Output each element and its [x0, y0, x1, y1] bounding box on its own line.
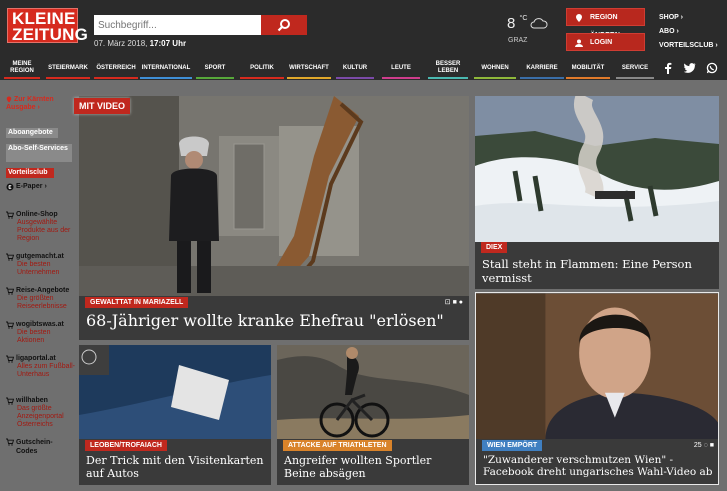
- article-wien-headline[interactable]: "Zuwanderer verschmutzen Wien" - Faceboo…: [483, 454, 718, 478]
- vorteilsclub-link[interactable]: VORTEILSCLUB ›: [659, 39, 718, 53]
- nav-sport[interactable]: SPORT: [196, 56, 234, 80]
- nav-wohnen[interactable]: WOHNEN: [474, 56, 516, 80]
- main-nav: MEINE REGION STEIERMARK ÖSTERREICH INTER…: [0, 56, 727, 80]
- vorteilsclub-link[interactable]: Vorteilsclub: [6, 168, 54, 178]
- logo-line2: ZEITUNG: [12, 25, 89, 44]
- cart-icon: [6, 287, 14, 295]
- abo-link[interactable]: ABO ›: [659, 25, 718, 39]
- search-button[interactable]: [261, 15, 307, 35]
- video-icon: ●: [458, 299, 463, 306]
- user-icon: [575, 39, 583, 47]
- article-stall-headline[interactable]: Stall steht in Flammen: Eine Person verm…: [482, 257, 719, 285]
- region-edition-link[interactable]: Zur Kärnten Ausgabe ›: [6, 96, 78, 112]
- main-article-headline[interactable]: 68-Jähriger wollte kranke Ehefrau "erlös…: [86, 311, 444, 330]
- article-triathlon-headline[interactable]: Angreifer wollten Sportler Beine absägen: [284, 454, 466, 480]
- temp-unit: °C: [519, 15, 528, 22]
- sidebar-item-ligaportal[interactable]: ligaportal.at Alles zum Fußball-Unterhau…: [6, 354, 76, 379]
- sidebar-item-desc: Das größte Anzeigenportal Österreichs: [17, 405, 64, 428]
- gallery-icon: ⊡: [444, 299, 451, 306]
- sidebar: Zur Kärnten Ausgabe › Aboangebote Abo-Se…: [0, 88, 78, 491]
- nav-leute[interactable]: LEUTE: [382, 56, 420, 80]
- location-icon: [6, 96, 12, 103]
- weather-city: GRAZ: [508, 37, 528, 44]
- cloud-icon: [530, 18, 548, 29]
- sidebar-item-desc: Die besten Unternehmen: [17, 261, 60, 276]
- search-input[interactable]: [94, 15, 261, 35]
- sidebar-item-desc: Ausgewählte Produkte aus der Region: [17, 219, 71, 242]
- main-article-body: GEWALTTAT IN MARIAZELL ⊡ ■ ● 68-Jähriger…: [79, 296, 469, 340]
- site-header: KLEINE ZEITUNG 07. März 2018, 17:07 Uhr …: [0, 0, 727, 56]
- article-leoben[interactable]: LEOBEN/TROFAIACH Der Trick mit den Visit…: [79, 345, 271, 485]
- nav-politik[interactable]: POLITIK: [240, 56, 284, 80]
- aboangebote-link[interactable]: Aboangebote: [6, 128, 58, 138]
- facebook-icon[interactable]: [662, 62, 674, 74]
- location-icon: [576, 14, 582, 22]
- current-date: 07. März 2018, 17:07 Uhr: [94, 39, 187, 48]
- article-triathlon-image: [277, 345, 469, 439]
- article-stall-body: DIEX Stall steht in Flammen: Eine Person…: [475, 242, 719, 289]
- nav-steiermark[interactable]: STEIERMARK: [46, 56, 90, 80]
- video-icon: ■: [709, 442, 714, 449]
- sidebar-item-desc: Die besten Aktionen: [17, 329, 51, 344]
- sidebar-item-desc: Alles zum Fußball-Unterhaus: [17, 363, 75, 378]
- cart-icon: [6, 321, 14, 329]
- top-links: SHOP › ABO › VORTEILSCLUB ›: [659, 11, 718, 53]
- cart-icon: [6, 253, 14, 261]
- nav-international[interactable]: INTERNATIONAL: [140, 56, 192, 80]
- cart-icon: [6, 355, 14, 363]
- search-icon: [277, 19, 290, 32]
- article-leoben-body: LEOBEN/TROFAIACH Der Trick mit den Visit…: [79, 439, 271, 485]
- article-wien-image: [476, 293, 718, 440]
- nav-karriere[interactable]: KARRIERE: [520, 56, 564, 80]
- article-wien-body: WIEN EMPÖRT 25 ◌ ■ "Zuwanderer verschmut…: [476, 439, 718, 484]
- shop-link[interactable]: SHOP ›: [659, 11, 718, 25]
- sidebar-item-desc: Die größten Reiseerlebnisse: [17, 295, 67, 310]
- nav-kultur[interactable]: KULTUR: [336, 56, 374, 80]
- article-leoben-headline[interactable]: Der Trick mit den Visitenkarten auf Auto…: [86, 454, 268, 480]
- article-tag: LEOBEN/TROFAIACH: [85, 440, 167, 451]
- main-article[interactable]: GEWALTTAT IN MARIAZELL ⊡ ■ ● 68-Jähriger…: [79, 96, 469, 340]
- comment-count: 25 ◌ ■: [693, 442, 714, 449]
- twitter-icon[interactable]: [684, 62, 696, 74]
- main-article-image: [79, 96, 469, 296]
- comment-icon: ◌: [703, 442, 708, 449]
- region-change-button[interactable]: REGION ÄNDERN: [566, 8, 645, 39]
- article-stall-image: [475, 96, 719, 242]
- nav-meine-region[interactable]: MEINE REGION: [4, 56, 40, 80]
- sidebar-item-gutgemacht[interactable]: gutgemacht.at Die besten Unternehmen: [6, 252, 76, 277]
- sidebar-item-wogibtswas[interactable]: wogibtswas.at Die besten Aktionen: [6, 320, 76, 345]
- article-tag: ATTACKE AUF TRIATHLETEN: [283, 440, 392, 451]
- cart-icon: [6, 211, 14, 219]
- article-tag: GEWALTTAT IN MARIAZELL: [85, 297, 189, 308]
- epaper-icon: [6, 183, 14, 190]
- logo[interactable]: KLEINE ZEITUNG: [7, 8, 89, 44]
- article-triathlon-body: ATTACKE AUF TRIATHLETEN Angreifer wollte…: [277, 439, 469, 485]
- nav-mobilitaet[interactable]: MOBILITÄT: [566, 56, 610, 80]
- camera-icon: ■: [452, 299, 457, 306]
- article-stall[interactable]: DIEX Stall steht in Flammen: Eine Person…: [475, 96, 719, 289]
- article-tag: WIEN EMPÖRT: [482, 440, 543, 451]
- temperature: 8 °C: [507, 15, 528, 32]
- video-badge: MIT VIDEO: [74, 98, 131, 114]
- article-leoben-image: [79, 345, 271, 439]
- article-triathlon[interactable]: ATTACKE AUF TRIATHLETEN Angreifer wollte…: [277, 345, 469, 485]
- nav-service[interactable]: SERVICE: [616, 56, 654, 80]
- cart-icon: [6, 397, 14, 405]
- nav-wirtschaft[interactable]: WIRTSCHAFT: [287, 56, 331, 80]
- epaper-link[interactable]: E-Paper ›: [6, 182, 76, 191]
- sidebar-item-reise[interactable]: Reise-Angebote Die größten Reiseerlebnis…: [6, 286, 76, 311]
- sidebar-item-gutschein[interactable]: Gutschein-Codes: [6, 438, 76, 456]
- nav-besser-leben[interactable]: BESSER LEBEN: [428, 56, 468, 80]
- cart-icon: [6, 438, 14, 446]
- login-button[interactable]: LOGIN: [566, 33, 645, 51]
- media-icons: ⊡ ■ ●: [445, 298, 463, 306]
- sidebar-item-online-shop[interactable]: Online-Shop Ausgewählte Produkte aus der…: [6, 210, 76, 243]
- nav-oesterreich[interactable]: ÖSTERREICH: [94, 56, 138, 80]
- article-tag: DIEX: [481, 242, 508, 253]
- sidebar-item-willhaben[interactable]: willhaben Das größte Anzeigenportal Öste…: [6, 396, 76, 429]
- current-time: 17:07 Uhr: [149, 39, 187, 48]
- article-wien[interactable]: WIEN EMPÖRT 25 ◌ ■ "Zuwanderer verschmut…: [475, 292, 719, 485]
- whatsapp-icon[interactable]: [706, 62, 718, 74]
- abo-services-link[interactable]: Abo-Self-Services: [6, 144, 72, 162]
